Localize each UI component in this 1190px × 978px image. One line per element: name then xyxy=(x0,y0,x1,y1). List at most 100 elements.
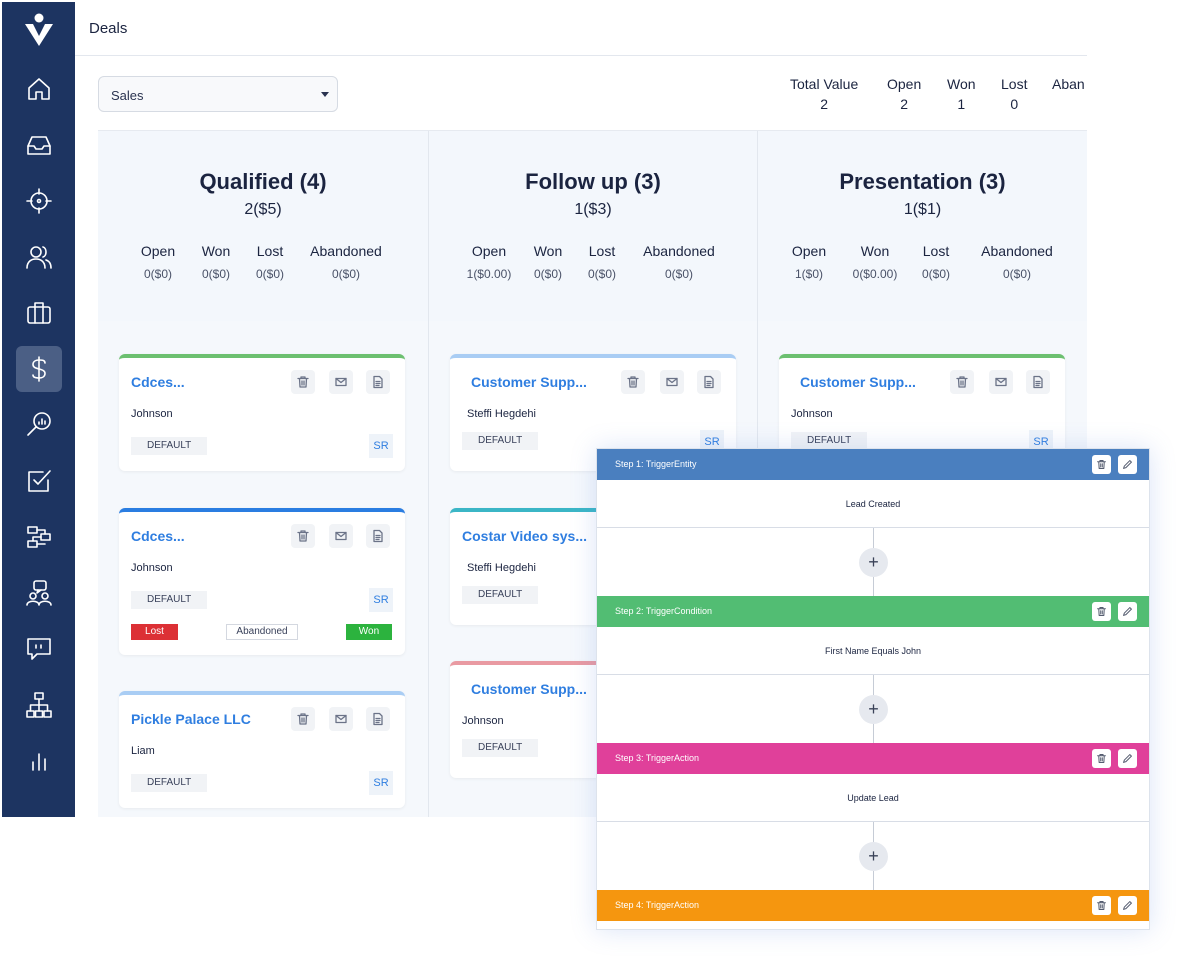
mail-icon xyxy=(335,714,347,724)
pipeline-select[interactable]: Sales xyxy=(98,76,338,112)
deal-name[interactable]: Cdces... xyxy=(131,374,185,390)
step-body[interactable]: Lead Created xyxy=(597,480,1149,528)
document-button[interactable] xyxy=(366,524,390,548)
nav-reports[interactable] xyxy=(16,738,62,784)
nav-search-analytics[interactable] xyxy=(16,402,62,448)
deal-card[interactable]: Cdces... Johnson DEFAULT SR Lost Abandon… xyxy=(119,508,405,655)
nav-target[interactable] xyxy=(16,178,62,224)
deal-name[interactable]: Customer Supp... xyxy=(800,374,916,390)
chevron-down-icon xyxy=(321,92,329,97)
deal-contact: Johnson xyxy=(462,715,504,727)
nav-contacts[interactable] xyxy=(16,234,62,280)
document-button[interactable] xyxy=(1026,370,1050,394)
add-step-button[interactable]: + xyxy=(859,695,888,724)
deal-card[interactable]: Cdces... Johnson DEFAULT SR xyxy=(119,354,405,471)
nav-workflow[interactable] xyxy=(16,514,62,560)
nav-org-chart[interactable] xyxy=(16,682,62,728)
mail-icon xyxy=(335,531,347,541)
summary-abandoned: Aban xyxy=(1052,76,1087,96)
column-stat-won: Won 0($0.00) xyxy=(852,243,898,281)
document-button[interactable] xyxy=(366,707,390,731)
delete-button[interactable] xyxy=(621,370,645,394)
owner-avatar[interactable]: SR xyxy=(369,588,393,612)
step-body[interactable]: Update Lead xyxy=(597,774,1149,822)
nav-inbox[interactable] xyxy=(16,122,62,168)
step-edit-button[interactable] xyxy=(1118,455,1137,474)
step-delete-button[interactable] xyxy=(1092,455,1111,474)
dollar-icon xyxy=(32,356,46,382)
deal-name[interactable]: Customer Supp... xyxy=(471,374,587,390)
column-subtitle: 2($5) xyxy=(244,201,282,218)
step-edit-button[interactable] xyxy=(1118,749,1137,768)
tasks-icon xyxy=(28,470,51,492)
nav-tasks[interactable] xyxy=(16,458,62,504)
trash-icon xyxy=(1097,607,1106,616)
deal-name[interactable]: Cdces... xyxy=(131,528,185,544)
column-header: Qualified (4) 2($5) Open 0($0) Won 0($0) L… xyxy=(98,131,428,321)
deal-name[interactable]: Costar Video sys... xyxy=(462,528,587,544)
nav-chat[interactable] xyxy=(16,626,62,672)
column-title: Follow up (3) xyxy=(525,169,661,194)
column-stat-abandoned: Abandoned 0($0) xyxy=(981,243,1053,281)
contacts-icon xyxy=(26,246,52,269)
email-button[interactable] xyxy=(329,524,353,548)
step-title: Step 4: TriggerAction xyxy=(615,900,700,910)
step-delete-button[interactable] xyxy=(1092,896,1111,915)
step-edit-button[interactable] xyxy=(1118,602,1137,621)
pipeline-select-value: Sales xyxy=(111,88,144,103)
deal-name[interactable]: Customer Supp... xyxy=(471,681,587,697)
email-button[interactable] xyxy=(329,707,353,731)
deal-tag: DEFAULT xyxy=(131,774,208,792)
delete-button[interactable] xyxy=(291,524,315,548)
deal-card[interactable]: Pickle Palace LLC Liam DEFAULT SR xyxy=(119,691,405,808)
column-stat-open: Open 1($0) xyxy=(791,243,827,281)
workflow-panel: Step 1: TriggerEntity Lead Created + Ste… xyxy=(596,448,1150,930)
add-step-button[interactable]: + xyxy=(859,548,888,577)
delete-button[interactable] xyxy=(291,707,315,731)
nav-support[interactable] xyxy=(16,570,62,616)
summary-label: Won xyxy=(947,76,976,92)
add-step-button[interactable]: + xyxy=(859,842,888,871)
nav-home[interactable] xyxy=(16,66,62,112)
column-stat-lost: Lost 0($0) xyxy=(255,243,284,281)
app-logo[interactable] xyxy=(23,12,55,48)
step-delete-button[interactable] xyxy=(1092,602,1111,621)
step-body[interactable]: First Name Equals John xyxy=(597,627,1149,675)
nav-deals[interactable] xyxy=(16,346,62,392)
email-button[interactable] xyxy=(660,370,684,394)
step-edit-button[interactable] xyxy=(1118,896,1137,915)
owner-avatar[interactable]: SR xyxy=(369,771,393,795)
email-button[interactable] xyxy=(989,370,1013,394)
trash-icon xyxy=(1097,901,1106,910)
deal-name[interactable]: Pickle Palace LLC xyxy=(131,711,251,727)
deal-tag: DEFAULT xyxy=(131,591,208,609)
page-title: Deals xyxy=(89,20,128,37)
nav-briefcase[interactable] xyxy=(16,290,62,336)
summary-value: 2 xyxy=(820,96,829,112)
document-button[interactable] xyxy=(697,370,721,394)
top-bar: Deals xyxy=(75,2,1087,56)
pencil-icon xyxy=(1123,754,1132,763)
home-icon xyxy=(28,78,50,100)
summary-label: Total Value xyxy=(790,76,859,92)
deal-contact: Steffi Hegdehi xyxy=(467,408,536,420)
trash-icon xyxy=(1097,754,1106,763)
deal-tag: DEFAULT xyxy=(462,432,539,450)
column-stat-open: Open 1($0.00) xyxy=(466,243,512,281)
abandoned-button[interactable]: Abandoned xyxy=(226,624,298,640)
search-analytics-icon xyxy=(27,412,51,436)
document-button[interactable] xyxy=(366,370,390,394)
delete-button[interactable] xyxy=(950,370,974,394)
deal-contact: Johnson xyxy=(131,562,173,574)
delete-button[interactable] xyxy=(291,370,315,394)
lost-button[interactable]: Lost xyxy=(131,624,178,640)
won-button[interactable]: Won xyxy=(346,624,392,640)
column-qualified: Qualified (4) 2($5) Open 0($0) Won 0($0) L… xyxy=(98,131,428,817)
summary-value: 0 xyxy=(1010,96,1019,112)
step-header: Step 1: TriggerEntity xyxy=(597,449,1149,480)
trash-icon xyxy=(627,376,639,388)
email-button[interactable] xyxy=(329,370,353,394)
step-delete-button[interactable] xyxy=(1092,749,1111,768)
pencil-icon xyxy=(1123,460,1132,469)
owner-avatar[interactable]: SR xyxy=(369,434,393,458)
